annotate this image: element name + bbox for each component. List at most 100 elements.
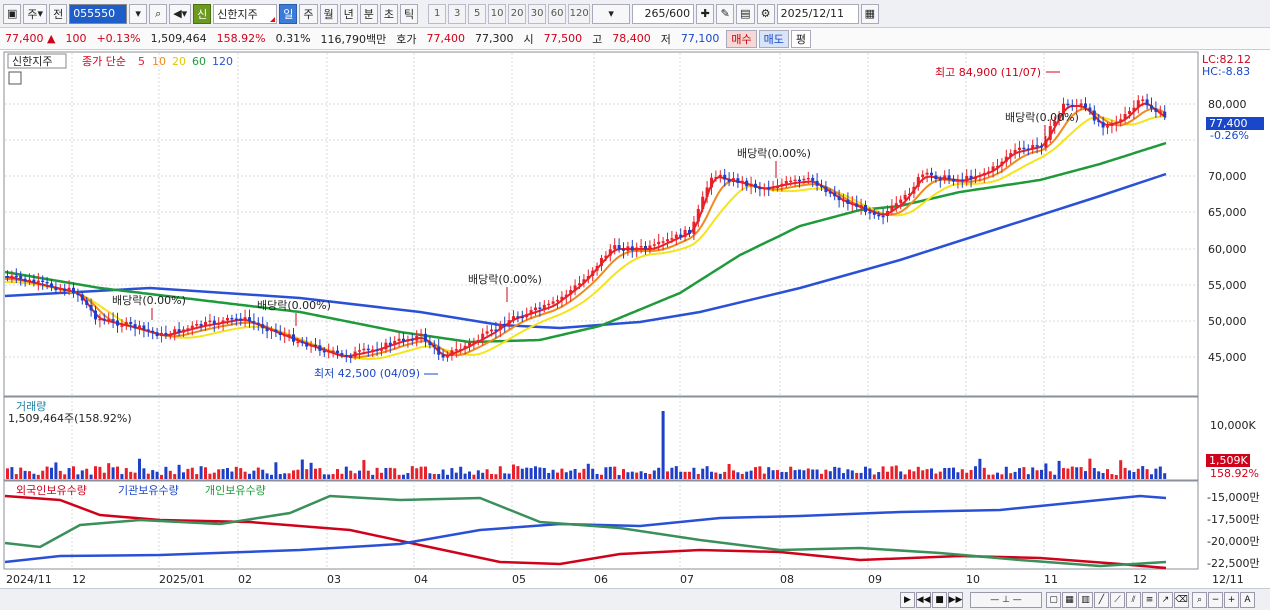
volume-bar-95: [424, 466, 427, 479]
volume-bar-261: [1154, 468, 1158, 479]
ask-label: 호가: [396, 32, 417, 46]
new-badge[interactable]: 신: [193, 3, 212, 24]
candle-body-97: [432, 345, 436, 347]
candle-body-159: [705, 187, 709, 197]
candle-body-232: [1026, 148, 1030, 151]
y-tick-55000: 55,000: [1208, 279, 1247, 292]
candle-body-135: [600, 258, 603, 266]
auto-scale-icon[interactable]: A: [1240, 592, 1255, 608]
tab-year[interactable]: 년: [339, 3, 358, 24]
crosshair-icon[interactable]: ✚: [696, 3, 715, 24]
save-icon[interactable]: ▤: [736, 3, 755, 24]
tab-second[interactable]: 초: [379, 3, 399, 24]
grid-icon[interactable]: ▦: [1062, 592, 1077, 608]
ma-legend-5: 5: [138, 55, 145, 68]
candle-body-143: [635, 247, 639, 251]
buy-button[interactable]: 매수: [726, 29, 757, 48]
date-field[interactable]: 2025/12/11: [776, 3, 859, 24]
speaker-icon[interactable]: ◀▾: [169, 3, 192, 24]
volume-bar-169: [749, 470, 753, 479]
scroll-slider[interactable]: — ⊥ —: [970, 592, 1042, 608]
eval-button[interactable]: 평: [790, 29, 812, 48]
play-icon[interactable]: ▶: [900, 592, 915, 608]
volume-bar-7: [36, 474, 40, 479]
x-tick-04: 04: [414, 573, 428, 586]
candle-body-96: [428, 341, 432, 346]
zoom-search-icon[interactable]: ⌕: [1192, 592, 1207, 608]
draw-icon[interactable]: ✎: [716, 3, 735, 24]
candle-body-109: [485, 331, 489, 334]
rewind-icon[interactable]: ◀◀: [916, 592, 931, 608]
code-input[interactable]: [69, 3, 128, 24]
volume-bar-32: [146, 473, 150, 479]
volume-bar-221: [978, 458, 982, 479]
volume-bar-125: [556, 472, 559, 479]
table-toggle-icon[interactable]: [8, 71, 22, 85]
custom-period-select[interactable]: ▾: [592, 3, 631, 24]
num-120[interactable]: 120: [568, 3, 591, 24]
bar-icon[interactable]: ▥: [1078, 592, 1093, 608]
volume-bar-65: [292, 470, 295, 479]
volume-bar-242: [1070, 466, 1074, 479]
candle-body-76: [340, 353, 344, 355]
candle-body-177: [784, 180, 788, 184]
dropdown-chevron-icon[interactable]: ▾: [129, 3, 148, 24]
erase-icon[interactable]: ⌫: [1174, 592, 1189, 608]
chart-area[interactable]: 신한지주 종가 단순 5 10 20 60 120 LC:82.12 HC:-8…: [0, 50, 1270, 588]
candle-body-155: [688, 229, 691, 234]
volume-bar-14: [67, 468, 71, 479]
dividend-label-1: 배당락(0.00%): [112, 294, 186, 307]
num-60[interactable]: 60: [548, 3, 567, 24]
period-select[interactable]: 주 ▾: [23, 3, 48, 24]
line-tool-icon[interactable]: ╱: [1094, 592, 1109, 608]
volume-bar-232: [1026, 474, 1030, 479]
tab-week[interactable]: 주: [299, 3, 318, 24]
num-1[interactable]: 1: [428, 3, 447, 24]
num-10[interactable]: 10: [488, 3, 507, 24]
sell-button[interactable]: 매도: [758, 29, 789, 48]
num-30[interactable]: 30: [528, 3, 547, 24]
num-20[interactable]: 20: [508, 3, 527, 24]
channel-tool-icon[interactable]: ⫽: [1126, 592, 1141, 608]
volume-bar-170: [754, 467, 757, 479]
candle-body-6: [32, 279, 36, 283]
zoom-fit-icon[interactable]: ▢: [1046, 592, 1061, 608]
calendar-icon[interactable]: ▦: [860, 3, 879, 24]
stock-name[interactable]: 신한지주: [213, 3, 278, 24]
candle-body-4: [23, 278, 27, 282]
volume-bar-54: [243, 471, 247, 479]
volume-bar-139: [617, 474, 621, 479]
volume-bar-111: [494, 474, 498, 479]
volume-bar-234: [1035, 470, 1039, 479]
num-3[interactable]: 3: [448, 3, 467, 24]
volume-bar-215: [952, 467, 955, 479]
arrow-tool-icon[interactable]: ↗: [1158, 592, 1173, 608]
tab-tick[interactable]: 틱: [400, 3, 419, 24]
gear-icon[interactable]: ⚙: [756, 3, 775, 24]
forward-icon[interactable]: ▶▶: [948, 592, 963, 608]
num-5[interactable]: 5: [468, 3, 487, 24]
candle-body-132: [586, 275, 590, 280]
trend-tool-icon[interactable]: ⟋: [1110, 592, 1125, 608]
volume-bar-4: [23, 470, 27, 479]
volume-bar-115: [512, 464, 515, 479]
volume-bar-233: [1031, 467, 1035, 479]
candle-body-187: [828, 192, 832, 194]
volume-bar-199: [881, 466, 885, 479]
zoom-out-icon[interactable]: −: [1208, 592, 1223, 608]
candle-body-218: [965, 175, 969, 182]
candle-body-12: [58, 288, 62, 291]
stop-icon[interactable]: ■: [932, 592, 947, 608]
fib-tool-icon[interactable]: ≡: [1142, 592, 1157, 608]
candle-body-163: [723, 174, 727, 180]
tab-minute[interactable]: 분: [359, 3, 378, 24]
prev-button[interactable]: 전: [49, 3, 68, 24]
tab-month[interactable]: 월: [319, 3, 338, 24]
data-count[interactable]: 265/600: [632, 3, 695, 24]
volume-bar-117: [520, 468, 524, 479]
volume-bar-177: [784, 472, 788, 479]
tab-day[interactable]: 일: [279, 3, 298, 24]
search-icon[interactable]: ⌕: [149, 3, 168, 24]
zoom-in-icon[interactable]: +: [1224, 592, 1239, 608]
layout-icon[interactable]: ▣: [3, 3, 22, 24]
